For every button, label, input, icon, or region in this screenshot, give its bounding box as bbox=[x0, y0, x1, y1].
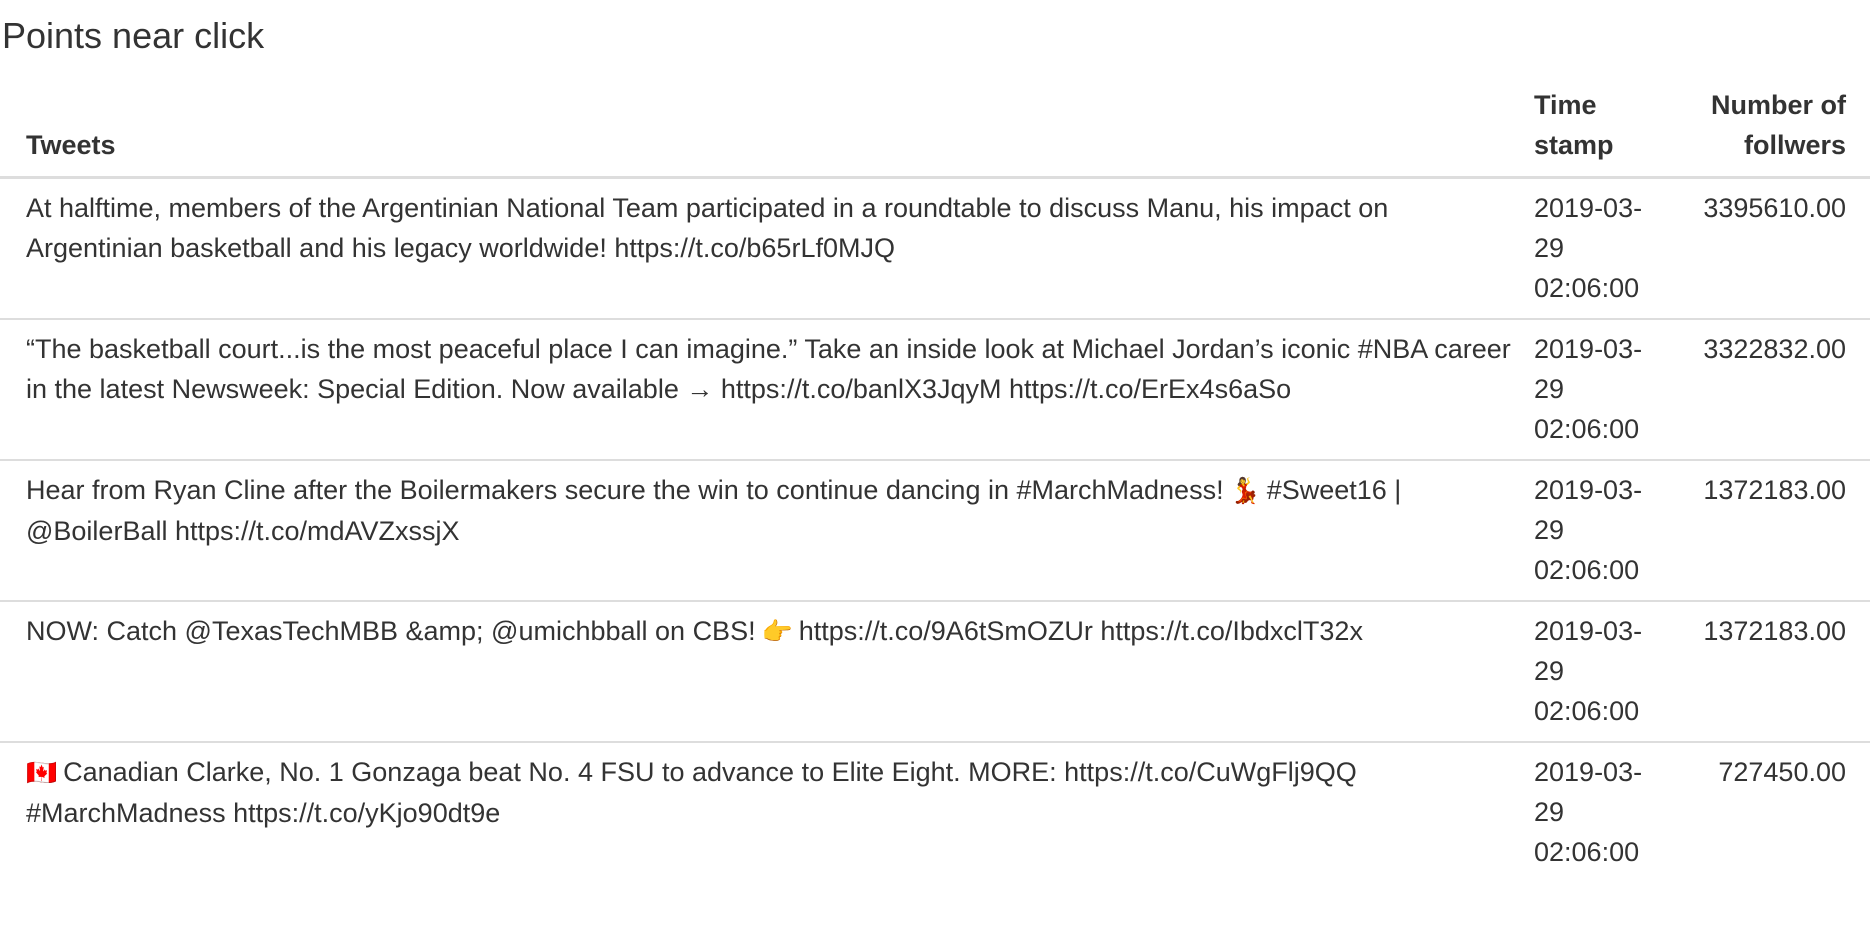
table-row: “The basketball court...is the most peac… bbox=[0, 318, 1870, 460]
tweet-cell: 🇨🇦 Canadian Clarke, No. 1 Gonzaga beat No… bbox=[0, 741, 1524, 882]
tweet-cell: NOW: Catch @TexasTechMBB &amp; @umichbba… bbox=[0, 600, 1524, 742]
time-stamp-cell: 2019-03-29 02:06:00 bbox=[1524, 600, 1674, 742]
dancer-emoji-icon: 💃 bbox=[1229, 476, 1261, 505]
time-stamp-cell: 2019-03-29 02:06:00 bbox=[1534, 193, 1643, 303]
tweet-text: https://t.co/9A6tSmOZUr https://t.co/Ibd… bbox=[798, 616, 1363, 646]
tweet-text: Canadian Clarke, No. 1 Gonzaga beat No. … bbox=[26, 757, 1357, 828]
followers-cell: 1372183.00 bbox=[1674, 600, 1870, 742]
page-title: Points near click bbox=[2, 15, 265, 56]
tweet-cell: At halftime, members of the Argentinian … bbox=[26, 193, 1389, 263]
header-row: Tweets Time stamp Number of follwers bbox=[0, 82, 1870, 179]
table-body: At halftime, members of the Argentinian … bbox=[0, 178, 1870, 882]
tweet-text: NOW: Catch @TexasTechMBB &amp; @umichbba… bbox=[26, 616, 756, 646]
followers-cell: 3395610.00 bbox=[1703, 193, 1846, 223]
column-header-followers[interactable]: Number of follwers bbox=[1674, 82, 1870, 179]
tweet-text: Hear from Ryan Cline after the Boilermak… bbox=[26, 475, 1224, 505]
tweets-table: Tweets Time stamp Number of follwers At … bbox=[0, 82, 1870, 882]
time-stamp-cell: 2019-03-29 02:06:00 bbox=[1524, 459, 1674, 601]
table-row: 🇨🇦 Canadian Clarke, No. 1 Gonzaga beat No… bbox=[0, 741, 1870, 882]
column-header-time-stamp[interactable]: Time stamp bbox=[1524, 82, 1674, 179]
table-row: NOW: Catch @TexasTechMBB &amp; @umichbba… bbox=[0, 600, 1870, 742]
column-header-tweets[interactable]: Tweets bbox=[0, 82, 1524, 179]
table-row: Hear from Ryan Cline after the Boilermak… bbox=[0, 459, 1870, 601]
table-header: Tweets Time stamp Number of follwers bbox=[0, 82, 1870, 179]
time-stamp-cell: 2019-03-29 02:06:00 bbox=[1524, 741, 1674, 882]
tweet-cell: Hear from Ryan Cline after the Boilermak… bbox=[0, 459, 1524, 601]
time-stamp-cell: 2019-03-29 02:06:00 bbox=[1524, 318, 1674, 460]
followers-cell: 1372183.00 bbox=[1674, 459, 1870, 601]
followers-cell: 727450.00 bbox=[1674, 741, 1870, 882]
table-row: At halftime, members of the Argentinian … bbox=[0, 178, 1870, 320]
followers-cell: 3322832.00 bbox=[1674, 318, 1870, 460]
page: Points near click Tweets Time stamp Numb… bbox=[0, 0, 1874, 926]
canada-flag-icon: 🇨🇦 bbox=[26, 758, 58, 787]
tweet-cell: “The basketball court...is the most peac… bbox=[0, 318, 1524, 460]
pointing-hand-emoji-icon: 👉 bbox=[761, 617, 793, 646]
